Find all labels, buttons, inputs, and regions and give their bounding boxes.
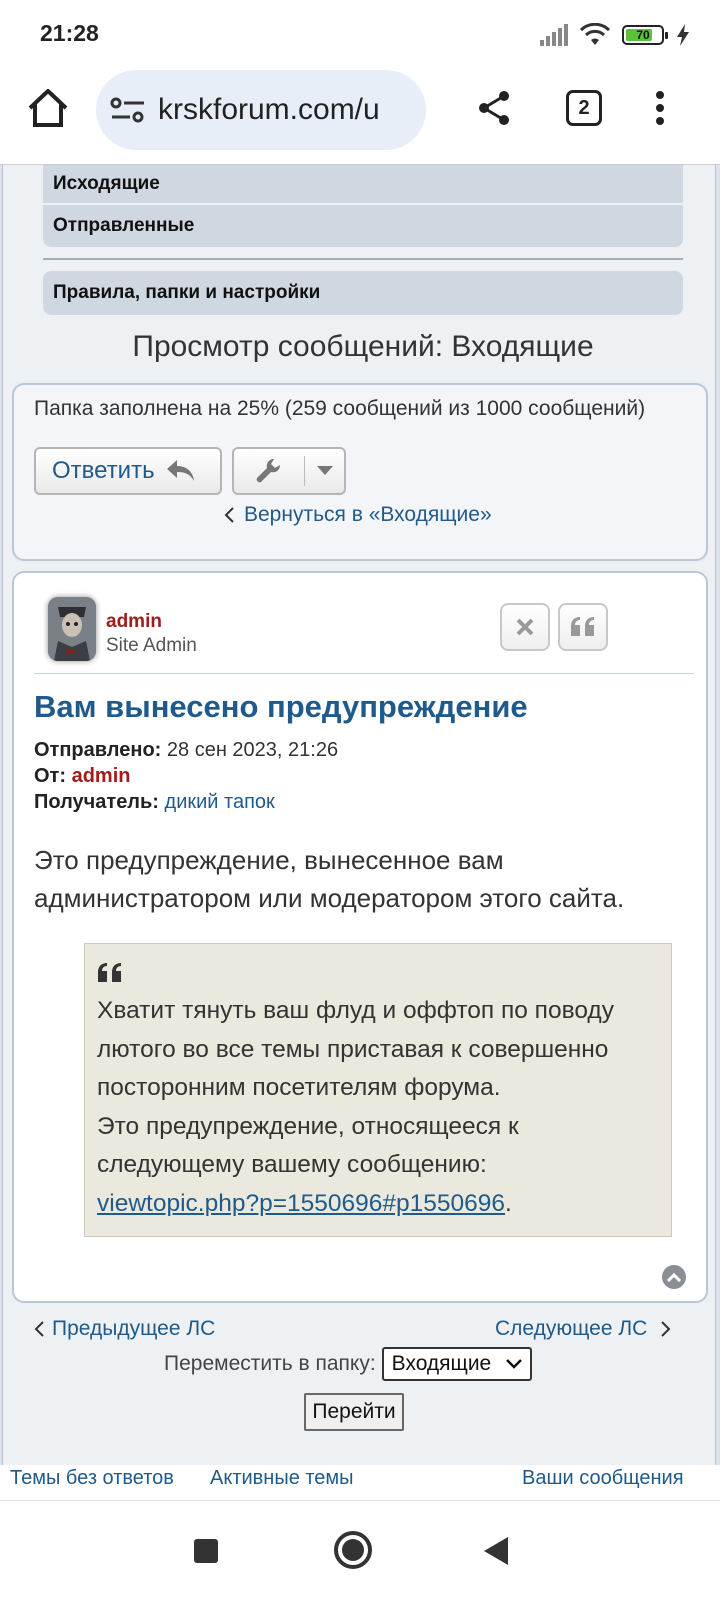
charging-icon <box>677 24 689 46</box>
chevron-right-icon <box>661 1321 671 1337</box>
tab-count: 2 <box>578 96 590 119</box>
nav-divider <box>43 258 683 260</box>
quote-button[interactable] <box>558 603 608 651</box>
folder-panel: Папка заполнена на 25% (259 сообщений из… <box>12 383 708 561</box>
more-menu-icon[interactable] <box>650 88 670 128</box>
move-to-folder-row: Переместить в папку: Входящие <box>164 1347 532 1381</box>
recipient-label: Получатель: <box>34 791 159 813</box>
author-rank: Site Admin <box>106 635 197 656</box>
reply-button[interactable]: Ответить <box>34 447 222 495</box>
avatar-image <box>48 597 96 661</box>
quote-link-row: viewtopic.php?p=1550696#p1550696. <box>97 1185 663 1224</box>
wifi-icon <box>580 23 610 45</box>
quote-icon <box>571 617 594 636</box>
nav-item-outbox[interactable]: Исходящие <box>43 165 683 203</box>
post-header-divider <box>34 673 694 674</box>
chevron-left-icon <box>34 1321 44 1337</box>
reply-label: Ответить <box>52 457 155 484</box>
caret-down-icon <box>317 466 333 475</box>
back-link-label[interactable]: Вернуться в «Входящие» <box>244 503 492 527</box>
web-page: Исходящие Отправленные Правила, папки и … <box>0 164 720 1500</box>
nav-item-settings[interactable]: Правила, папки и настройки <box>43 271 683 315</box>
prev-pm-label[interactable]: Предыдущее ЛС <box>52 1317 215 1341</box>
folder-select[interactable]: Входящие <box>381 1347 532 1381</box>
avatar[interactable] <box>48 597 96 661</box>
message-panel: admin Site Admin Вам вынесено предупрежд… <box>12 571 708 1303</box>
next-pm-link[interactable]: Следующее ЛС <box>495 1317 671 1341</box>
quote-text: Хватит тянуть ваш флуд и оффтоп по повод… <box>97 992 663 1223</box>
delete-button[interactable] <box>500 603 550 651</box>
folder-usage-text: Папка заполнена на 25% (259 сообщений из… <box>34 397 646 420</box>
next-pm-label[interactable]: Следующее ЛС <box>495 1317 647 1341</box>
from-row: От: admin <box>34 765 130 788</box>
url-bar[interactable]: krskforum.com/u <box>96 70 426 150</box>
back-to-inbox-link[interactable]: Вернуться в «Входящие» <box>224 503 492 527</box>
back-triangle-icon[interactable] <box>484 1537 508 1565</box>
quoted-post-link[interactable]: viewtopic.php?p=1550696#p1550696 <box>97 1190 505 1217</box>
status-bar: 21:28 70 <box>0 0 720 68</box>
quote-link-suffix: . <box>505 1189 512 1217</box>
sent-date: 28 сен 2023, 21:26 <box>166 739 339 761</box>
home-circle-icon[interactable] <box>334 1531 372 1569</box>
page-title: Просмотр сообщений: Входящие <box>132 330 594 363</box>
quote-warning-text: Хватит тянуть ваш флуд и оффтоп по повод… <box>97 997 614 1101</box>
footer-link-own-posts[interactable]: Ваши сообщения <box>522 1467 684 1490</box>
move-label: Переместить в папку: <box>164 1352 376 1375</box>
tools-dropdown-button[interactable] <box>232 447 346 495</box>
author-name[interactable]: admin <box>106 611 162 633</box>
tabs-icon[interactable]: 2 <box>566 90 602 126</box>
footer-link-active[interactable]: Активные темы <box>210 1467 354 1490</box>
sent-label: Отправлено: <box>34 739 162 761</box>
status-icons: 70 <box>540 20 690 50</box>
go-button[interactable]: Перейти <box>304 1393 404 1431</box>
reply-icon <box>166 460 194 481</box>
wrench-icon <box>256 458 281 483</box>
recipient-row: Получатель: дикий тапок <box>34 791 275 814</box>
back-to-top-icon[interactable] <box>662 1265 686 1289</box>
recipient-user-link[interactable]: дикий тапок <box>165 791 275 813</box>
blockquote-icon <box>98 963 121 982</box>
site-settings-icon[interactable] <box>110 95 146 125</box>
post-title[interactable]: Вам вынесено предупреждение <box>34 689 528 725</box>
prev-pm-link[interactable]: Предыдущее ЛС <box>34 1317 215 1341</box>
share-icon[interactable] <box>474 88 514 128</box>
chevron-down-icon <box>505 1359 522 1369</box>
status-time: 21:28 <box>40 20 99 46</box>
from-label: От: <box>34 765 67 787</box>
sent-date-row: Отправлено: 28 сен 2023, 21:26 <box>34 739 338 762</box>
quote-block: Хватит тянуть ваш флуд и оффтоп по повод… <box>84 943 672 1237</box>
footer-link-unanswered[interactable]: Темы без ответов <box>10 1467 174 1490</box>
signal-icon <box>540 24 568 46</box>
from-user-link[interactable]: admin <box>72 765 131 787</box>
post-body: Это предупреждение, вынесенное вам админ… <box>34 845 625 913</box>
chevron-up-icon <box>667 1272 681 1282</box>
chevron-left-icon <box>224 507 234 523</box>
system-navigation-bar <box>0 1500 720 1600</box>
battery-icon: 70 <box>622 25 668 45</box>
button-divider <box>304 456 305 486</box>
quote-reference-text: Это предупреждение, относящееся к следую… <box>97 1112 519 1179</box>
folder-select-value: Входящие <box>391 1352 492 1375</box>
home-icon[interactable] <box>26 86 70 130</box>
nav-item-sent[interactable]: Отправленные <box>43 205 683 247</box>
close-icon <box>516 618 534 636</box>
footer-links: Темы без ответов Активные темы Ваши сооб… <box>0 1465 720 1500</box>
browser-toolbar: krskforum.com/u 2 <box>0 68 720 164</box>
recents-icon[interactable] <box>194 1539 218 1563</box>
battery-level: 70 <box>636 28 650 42</box>
url-text[interactable]: krskforum.com/u <box>158 93 380 127</box>
